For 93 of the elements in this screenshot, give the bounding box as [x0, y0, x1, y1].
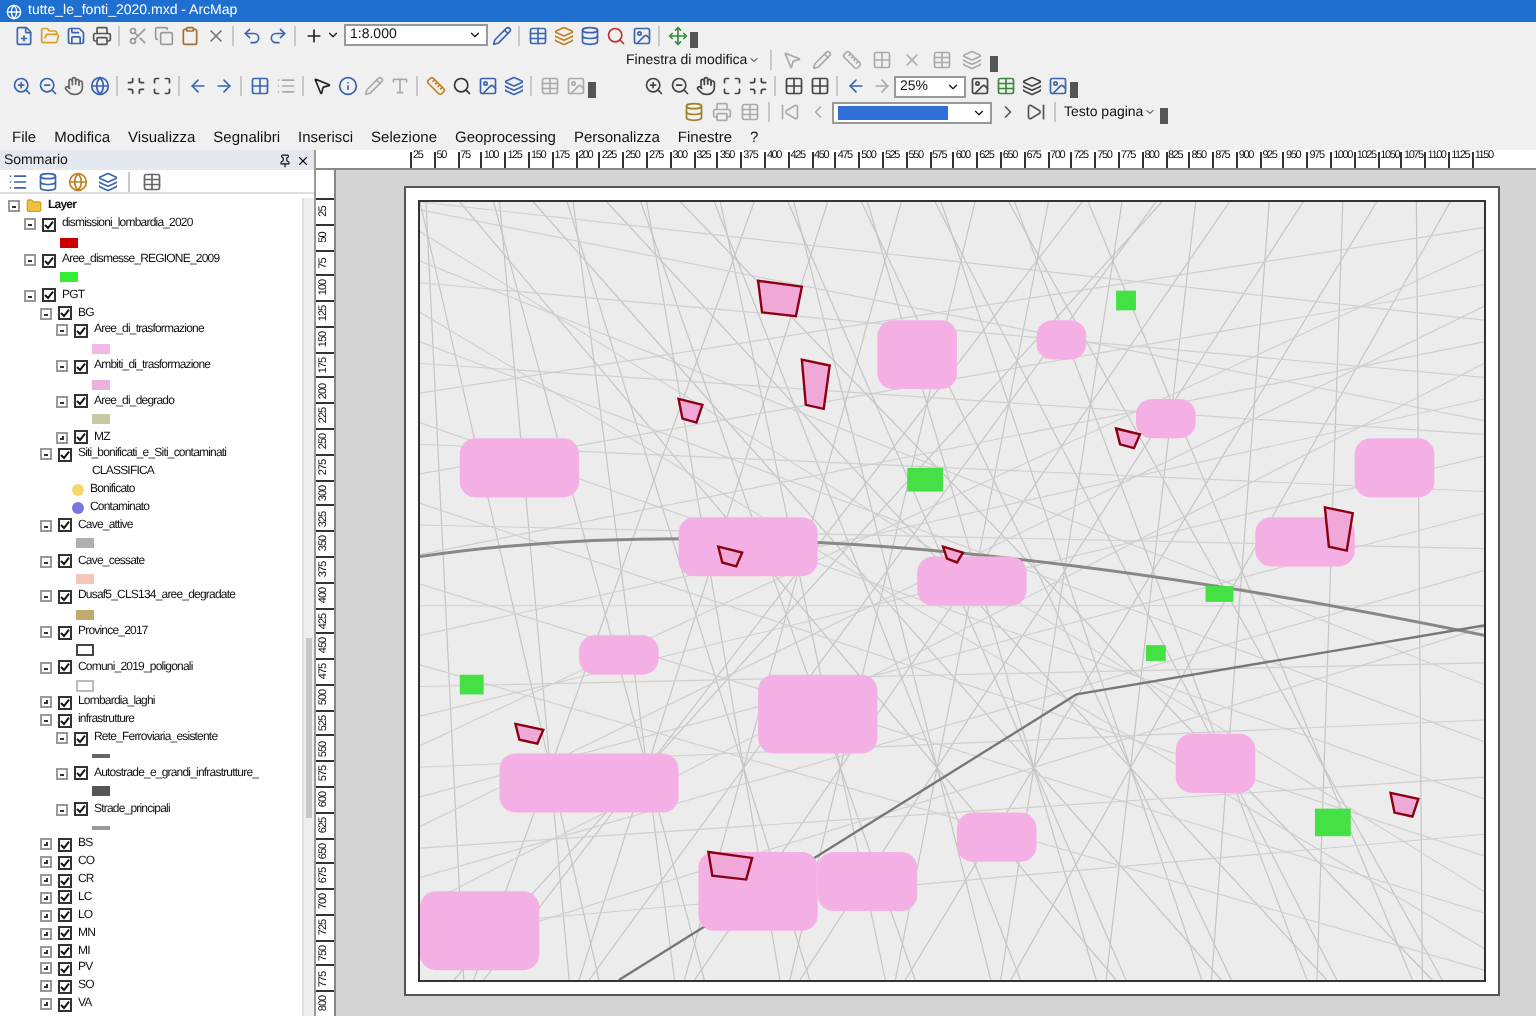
layer-checkbox[interactable]	[58, 961, 72, 976]
collapse-toggle[interactable]	[56, 395, 68, 408]
expand-toggle[interactable]	[40, 891, 52, 904]
layer-checkbox[interactable]	[58, 997, 72, 1012]
layer-checkbox[interactable]	[74, 394, 88, 409]
toolbar-grip[interactable]	[588, 82, 596, 98]
scrollbar[interactable]	[302, 198, 314, 1016]
collapse-toggle[interactable]	[40, 307, 52, 320]
collapse-toggle[interactable]	[24, 254, 36, 266]
toolbar-grip[interactable]	[1070, 82, 1078, 98]
layer-checkbox[interactable]	[58, 306, 72, 321]
caret-icon	[747, 54, 760, 66]
layer-checkbox[interactable]	[42, 253, 56, 267]
toolbar-grip[interactable]	[1159, 108, 1168, 124]
collapse-toggle[interactable]	[24, 218, 36, 231]
expand-toggle[interactable]	[40, 998, 52, 1011]
layer-checkbox[interactable]	[58, 554, 72, 569]
layer-checkbox[interactable]	[58, 908, 72, 923]
layer-checkbox[interactable]	[74, 731, 88, 746]
collapse-toggle[interactable]	[56, 360, 68, 373]
expand-toggle[interactable]	[40, 945, 52, 958]
layer-checkbox[interactable]	[58, 589, 72, 604]
collapse-toggle[interactable]	[56, 767, 68, 780]
layer-checkbox[interactable]	[42, 217, 56, 232]
search-icon[interactable]	[602, 23, 628, 47]
expand-toggle[interactable]	[40, 909, 52, 922]
expand-toggle[interactable]	[56, 431, 68, 444]
undo-icon[interactable]	[238, 23, 264, 47]
collapse-toggle[interactable]	[40, 555, 52, 568]
print-icon[interactable]	[88, 23, 114, 47]
layer-checkbox[interactable]	[58, 837, 72, 852]
layer-checkbox[interactable]	[58, 979, 72, 994]
layer-checkbox[interactable]	[58, 695, 72, 710]
save-icon[interactable]	[62, 23, 88, 47]
layer-checkbox[interactable]	[58, 447, 72, 462]
layer-checkbox[interactable]	[58, 944, 72, 959]
expand-toggle[interactable]	[40, 927, 52, 940]
collapse-toggle[interactable]	[56, 732, 68, 745]
caret-icon[interactable]	[326, 28, 340, 42]
collapse-toggle[interactable]	[8, 200, 20, 213]
find-icon[interactable]	[448, 74, 474, 98]
identify-icon[interactable]	[334, 74, 360, 98]
toolbar-grip[interactable]	[989, 56, 998, 72]
expand-toggle[interactable]	[40, 874, 52, 887]
layers-icon[interactable]	[550, 23, 576, 47]
collapse-toggle[interactable]	[40, 448, 52, 461]
layer-checkbox[interactable]	[58, 873, 72, 888]
layer-checkbox[interactable]	[74, 766, 88, 781]
page-name-combobox[interactable]	[832, 101, 992, 123]
caret-icon	[1143, 106, 1156, 118]
layer-checkbox[interactable]	[74, 359, 88, 374]
collapse-toggle[interactable]	[56, 803, 68, 816]
collapse-toggle[interactable]	[56, 324, 68, 337]
layer-checkbox[interactable]	[58, 518, 72, 533]
layer-checkbox[interactable]	[58, 713, 72, 728]
pan-icon[interactable]	[60, 74, 86, 98]
expand-toggle[interactable]	[40, 696, 52, 709]
collapse-toggle[interactable]	[40, 590, 52, 603]
pin-icon[interactable]	[278, 153, 292, 167]
layer-checkbox[interactable]	[58, 660, 72, 675]
layer-checkbox[interactable]	[74, 802, 88, 817]
page-zoom-out-icon[interactable]	[666, 74, 692, 98]
collapse-toggle[interactable]	[40, 519, 52, 532]
expand-toggle[interactable]	[40, 962, 52, 975]
zoom-in-icon[interactable]	[8, 74, 34, 98]
full-extent-icon[interactable]	[86, 74, 112, 98]
layer-checkbox[interactable]	[74, 323, 88, 338]
expand-toggle[interactable]	[40, 838, 52, 851]
table-icon[interactable]	[524, 23, 550, 47]
zoom-out-icon[interactable]	[34, 74, 60, 98]
toolbar-grip[interactable]	[690, 31, 698, 47]
page-zoom-in-icon[interactable]	[640, 74, 666, 98]
expand-toggle[interactable]	[40, 856, 52, 869]
collapse-toggle[interactable]	[40, 626, 52, 639]
layer-checkbox[interactable]	[58, 890, 72, 905]
scroll-thumb[interactable]	[306, 638, 312, 818]
expand-toggle[interactable]	[40, 980, 52, 993]
layer-checkbox[interactable]	[74, 430, 88, 445]
select-elements-icon[interactable]	[308, 74, 334, 98]
last-page-icon[interactable]	[1022, 100, 1048, 124]
collapse-toggle[interactable]	[40, 714, 52, 727]
folder-icon	[26, 198, 42, 215]
app-globe-icon	[6, 3, 22, 19]
layer-checkbox[interactable]	[42, 288, 56, 303]
layer-checkbox[interactable]	[58, 625, 72, 640]
collapse-toggle[interactable]	[40, 661, 52, 674]
selected-text-highlight	[838, 105, 948, 119]
layer-checkbox[interactable]	[58, 855, 72, 870]
layer-checkbox[interactable]	[58, 926, 72, 941]
page-pan-icon[interactable]	[692, 74, 718, 98]
dropdown-caret-icon	[468, 28, 482, 42]
close-icon[interactable]	[296, 153, 310, 167]
collapse-toggle[interactable]	[24, 289, 36, 302]
